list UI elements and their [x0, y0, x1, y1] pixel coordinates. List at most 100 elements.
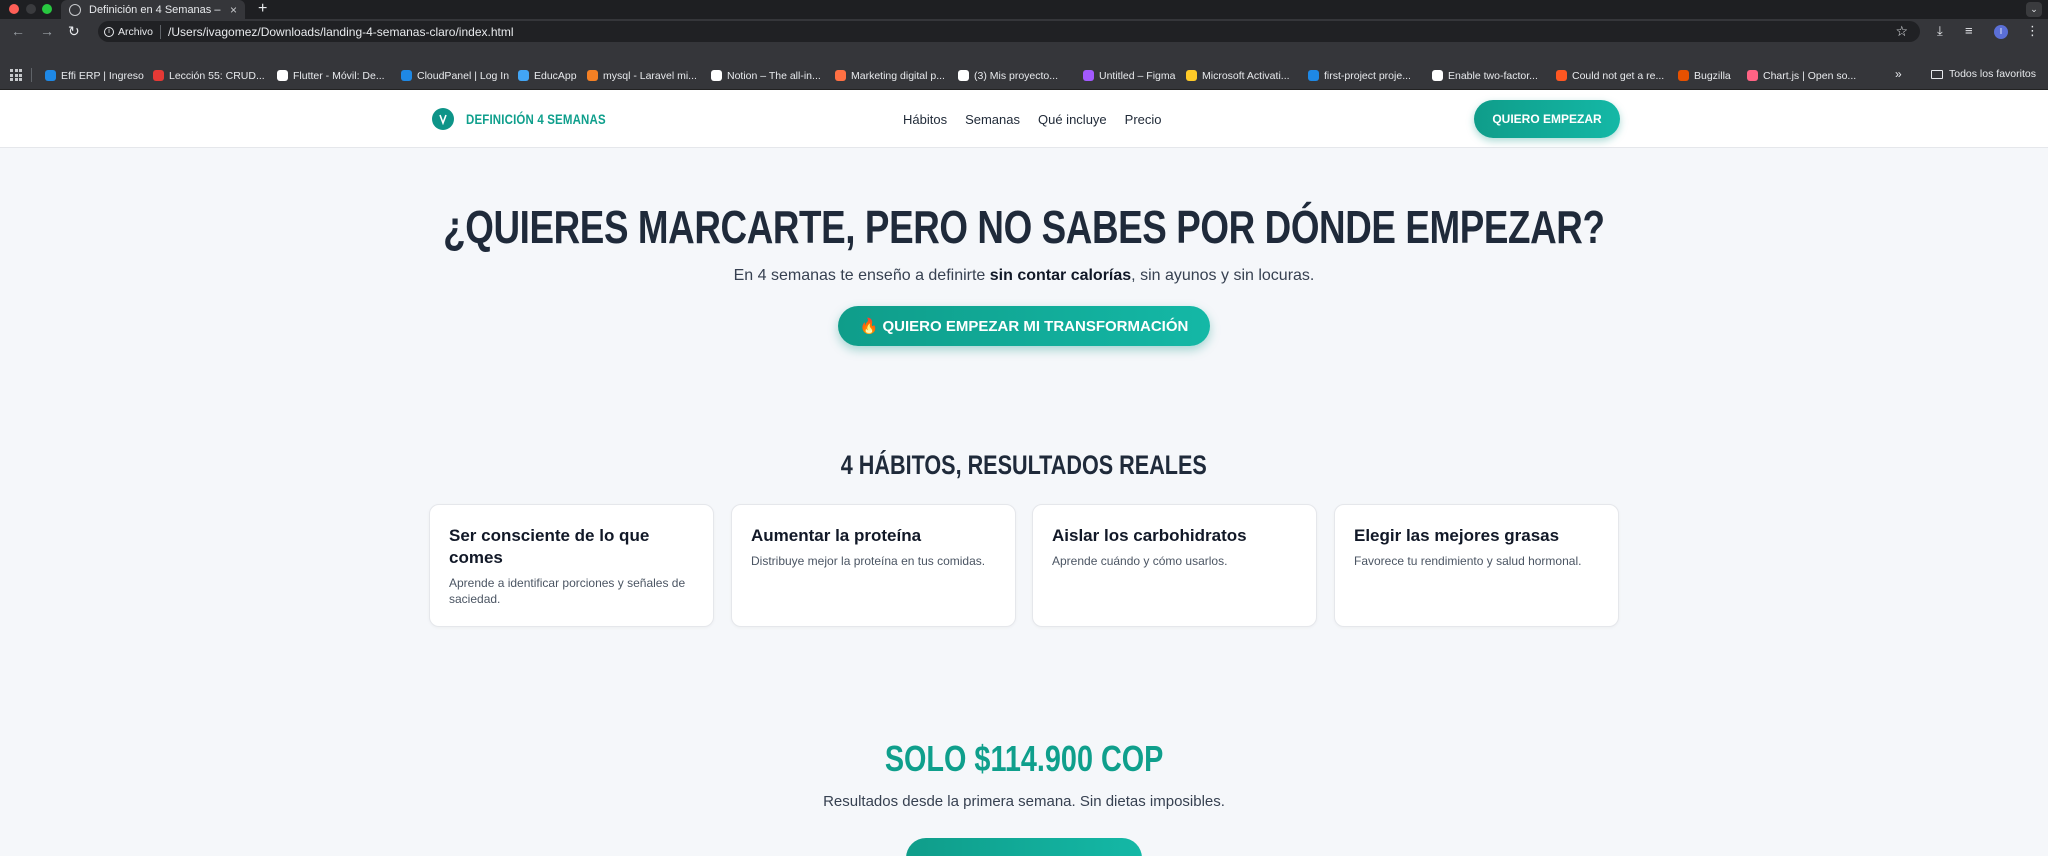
bookmark-item[interactable]: mysql - Laravel mi... [587, 68, 697, 83]
habits-title: 4 HÁBITOS, RESULTADOS REALES [0, 450, 2048, 481]
bookmark-item[interactable]: Enable two-factor... [1432, 68, 1538, 83]
bookmark-favicon-icon [1186, 70, 1197, 81]
price-heading: SOLO $114.900 COP [0, 738, 2048, 780]
reload-icon[interactable]: ↻ [68, 23, 80, 39]
habit-card: Elegir las mejores grasas Favorece tu re… [1334, 504, 1619, 627]
browser-tab-bar: Definición en 4 Semanas – Pl × + ⌄ [0, 0, 2048, 19]
new-tab-button[interactable]: + [258, 0, 267, 18]
url-text[interactable]: /Users/ivagomez/Downloads/landing-4-sema… [168, 25, 514, 39]
bookmark-favicon-icon [518, 70, 529, 81]
nav-link-que-incluye[interactable]: Qué incluye [1038, 112, 1107, 127]
nav-link-precio[interactable]: Precio [1125, 112, 1162, 127]
habit-card: Aislar los carbohidratos Aprende cuándo … [1032, 504, 1317, 627]
browser-menu-icon[interactable]: ⋮ [2026, 24, 2039, 38]
bookmark-item[interactable]: Untitled – Figma [1083, 68, 1175, 83]
browser-tab-active[interactable]: Definición en 4 Semanas – Pl × [61, 0, 245, 19]
bookmark-item[interactable]: Notion – The all-in... [711, 68, 821, 83]
bookmark-label: Effi ERP | Ingreso [61, 69, 144, 82]
info-icon: i [104, 26, 114, 37]
bookmark-favicon-icon [1556, 70, 1567, 81]
bookmark-item[interactable]: Effi ERP | Ingreso [45, 68, 144, 83]
habit-card-desc: Favorece tu rendimiento y salud hormonal… [1354, 554, 1582, 568]
bookmark-item[interactable]: Could not get a re... [1556, 68, 1664, 83]
bookmark-favicon-icon [1678, 70, 1689, 81]
habit-card-title: Elegir las mejores grasas [1354, 526, 1560, 545]
bookmark-label: Lección 55: CRUD... [169, 69, 265, 82]
tab-title: Definición en 4 Semanas – Pl [89, 3, 224, 16]
window-minimize-button[interactable] [26, 4, 36, 14]
bookmark-label: Bugzilla [1694, 69, 1731, 82]
bookmark-label: first-project proje... [1324, 69, 1411, 82]
hero-subtitle: En 4 semanas te enseño a definirte sin c… [0, 267, 2048, 285]
bookmark-favicon-icon [277, 70, 288, 81]
habit-card-desc: Distribuye mejor la proteína en tus comi… [751, 554, 986, 568]
habit-card: Ser consciente de lo que comes Aprende a… [429, 504, 714, 627]
more-bookmarks-icon[interactable]: » [1895, 67, 1902, 81]
site-info-chip[interactable]: i Archivo [104, 24, 162, 39]
bookmark-label: Notion – The all-in... [727, 69, 821, 82]
all-bookmarks-label: Todos los favoritos [1949, 68, 2036, 80]
bookmark-favicon-icon [45, 70, 56, 81]
hero-title: ¿QUIERES MARCARTE, PERO NO SABES POR DÓN… [0, 200, 2048, 254]
profile-avatar[interactable]: I [1994, 25, 2008, 39]
header-cta-button[interactable]: QUIERO EMPEZAR [1474, 100, 1620, 138]
tab-close-icon[interactable]: × [230, 3, 237, 17]
site-header: DEFINICIÓN 4 SEMANAS Hábitos Semanas Qué… [0, 90, 2048, 148]
site-info-label: Archivo [118, 25, 154, 38]
bookmark-favicon-icon [587, 70, 598, 81]
price-subtitle: Resultados desde la primera semana. Sin … [823, 793, 1225, 810]
bookmark-label: EducApp [534, 69, 577, 82]
media-controls-icon[interactable]: ≡ [1965, 24, 1973, 38]
folder-icon [1931, 69, 1943, 79]
bookmark-item[interactable]: (3) Mis proyecto... [958, 68, 1058, 83]
download-icon[interactable]: ⤓ [1937, 24, 1943, 38]
bookmark-label: Untitled – Figma [1099, 69, 1176, 82]
window-close-button[interactable] [9, 4, 19, 14]
address-bar[interactable]: i Archivo /Users/ivagomez/Downloads/land… [98, 21, 1920, 42]
bookmark-star-icon[interactable]: ☆ [1895, 23, 1908, 40]
bookmark-favicon-icon [835, 70, 846, 81]
bookmark-label: Could not get a re... [1572, 69, 1665, 82]
nav-link-semanas[interactable]: Semanas [965, 112, 1020, 127]
brand-name: DEFINICIÓN 4 SEMANAS [466, 111, 606, 127]
bookmark-item[interactable]: Lección 55: CRUD... [153, 68, 265, 83]
bookmark-label: Enable two-factor... [1448, 69, 1538, 82]
brand-logo-link[interactable]: DEFINICIÓN 4 SEMANAS [432, 108, 636, 130]
globe-icon [69, 3, 81, 16]
bookmark-favicon-icon [958, 70, 969, 81]
hero-sub-bold: sin contar calorías [989, 267, 1132, 284]
price-cta-button[interactable] [906, 838, 1142, 856]
bookmark-item[interactable]: Flutter - Móvil: De... [277, 68, 385, 83]
browser-toolbar: ← → ↻ i Archivo /Users/ivagomez/Download… [0, 19, 2048, 44]
tab-search-button[interactable]: ⌄ [2026, 2, 2042, 17]
bookmark-item[interactable]: CloudPanel | Log In [401, 68, 509, 83]
hero-cta-button[interactable]: 🔥 QUIERO EMPEZAR MI TRANSFORMACIÓN [838, 306, 1210, 346]
bookmark-item[interactable]: Marketing digital p... [835, 68, 945, 83]
bookmark-item[interactable]: Chart.js | Open so... [1747, 68, 1856, 83]
bookmark-item[interactable]: EducApp [518, 68, 577, 83]
back-arrow-icon[interactable]: ← [11, 23, 25, 39]
all-bookmarks-button[interactable]: Todos los favoritos [1931, 68, 2036, 80]
bookmark-label: Flutter - Móvil: De... [293, 69, 385, 82]
bookmark-favicon-icon [711, 70, 722, 81]
habit-card-desc: Aprende a identificar porciones y señale… [449, 576, 686, 606]
habit-card-desc: Aprende cuándo y cómo usarlos. [1052, 554, 1228, 568]
bookmark-item[interactable]: Bugzilla [1678, 68, 1731, 83]
forward-arrow-icon[interactable]: → [40, 23, 54, 39]
bookmark-label: Marketing digital p... [851, 69, 945, 82]
bookmark-favicon-icon [1747, 70, 1758, 81]
hero-sub-before: En 4 semanas te enseño a definirte [733, 267, 990, 284]
apps-grid-icon[interactable] [10, 69, 22, 81]
bookmark-label: (3) Mis proyecto... [974, 69, 1059, 82]
bookmark-item[interactable]: Microsoft Activati... [1186, 68, 1290, 83]
dumbbell-logo-icon [432, 108, 454, 130]
bookmark-favicon-icon [401, 70, 412, 81]
window-maximize-button[interactable] [42, 4, 52, 14]
bookmark-label: CloudPanel | Log In [417, 69, 510, 82]
nav-link-habitos[interactable]: Hábitos [903, 112, 947, 127]
bookmark-favicon-icon [1083, 70, 1094, 81]
main-nav: Hábitos Semanas Qué incluye Precio [903, 112, 1162, 127]
habit-card: Aumentar la proteína Distribuye mejor la… [731, 504, 1016, 627]
bookmark-favicon-icon [153, 70, 164, 81]
bookmark-item[interactable]: first-project proje... [1308, 68, 1411, 83]
